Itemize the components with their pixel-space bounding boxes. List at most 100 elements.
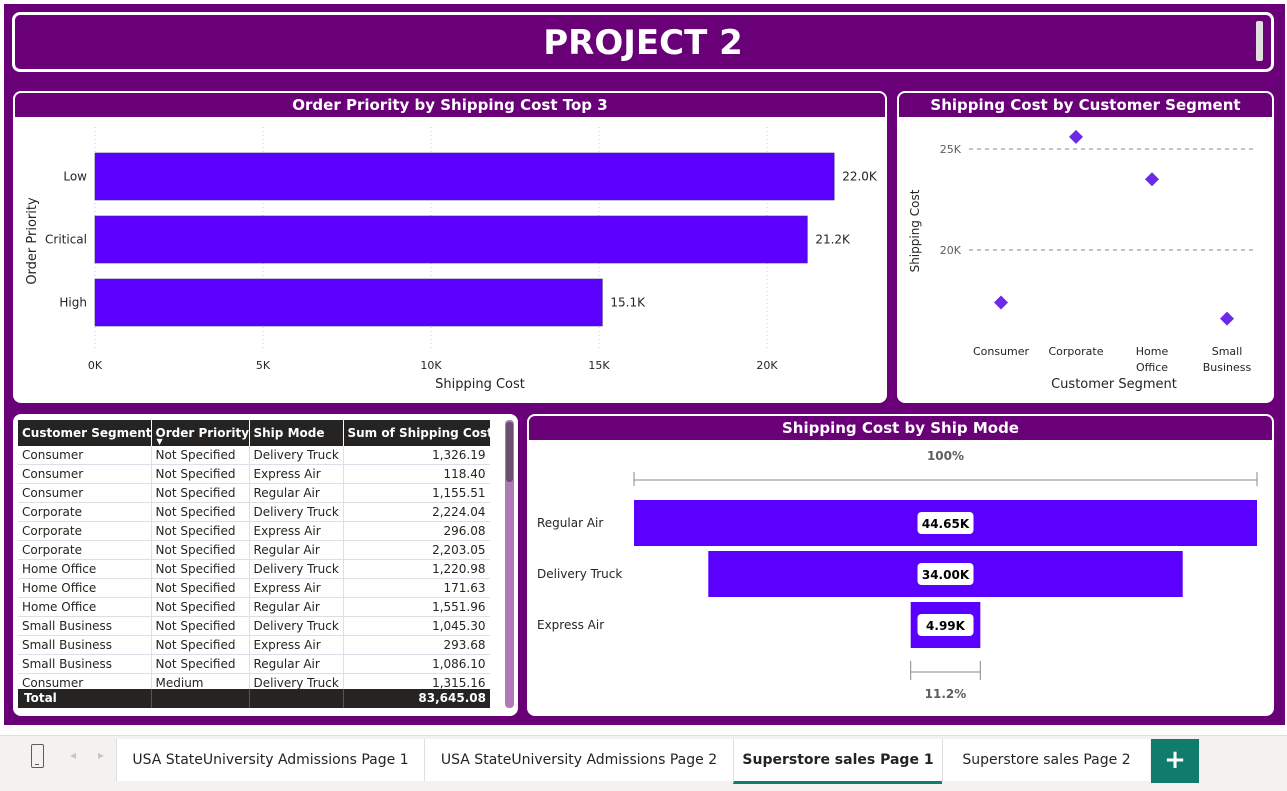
ship-mode-plot: 100% Regular Air 44.65K Delivery Truck 34.00… [537, 449, 1258, 701]
cell-ship-mode: Delivery Truck [249, 446, 344, 465]
tab-usa-admissions-1[interactable]: USA StateUniversity Admissions Page 1 [116, 739, 424, 781]
x-tick-label: Business [1203, 361, 1252, 374]
tab-usa-admissions-2[interactable]: USA StateUniversity Admissions Page 2 [424, 739, 733, 781]
cell-shipping-cost: 296.08 [343, 521, 490, 541]
point-corporate [1069, 129, 1083, 144]
total-divider [249, 689, 250, 708]
cell-shipping-cost: 2,203.05 [343, 540, 490, 560]
data-label: 21.2K [815, 233, 851, 247]
table-row[interactable]: Consumer Not Specified Regular Air 1,155.51 [18, 483, 490, 503]
data-label: 44.65K [922, 517, 970, 531]
bar-critical [94, 215, 808, 264]
cell-shipping-cost: 293.68 [343, 635, 490, 655]
header-sum-shipping-cost[interactable]: Sum of Shipping Cost [343, 420, 490, 446]
order-priority-chart[interactable]: Order Priority by Shipping Cost Top 3 0K… [13, 91, 887, 403]
cell-customer-segment: Consumer [18, 483, 152, 503]
table-row[interactable]: Home Office Not Specified Regular Air 1,551… [18, 597, 490, 617]
cell-order-priority: Not Specified [151, 521, 250, 541]
cell-ship-mode: Express Air [249, 578, 344, 598]
sort-desc-icon: ▼ [156, 437, 163, 446]
total-divider [343, 689, 344, 708]
cell-customer-segment: Consumer [18, 464, 152, 484]
cell-shipping-cost: 118.40 [343, 464, 490, 484]
data-label: 15.1K [610, 296, 646, 310]
funnel-top-percent: 100% [927, 449, 964, 463]
point-consumer [994, 295, 1008, 310]
cell-order-priority: Not Specified [151, 540, 250, 560]
page-title: PROJECT 2 [543, 23, 743, 63]
cell-shipping-cost: 1,155.51 [343, 483, 490, 503]
cell-customer-segment: Home Office [18, 597, 152, 617]
x-tick-label: Corporate [1049, 345, 1104, 358]
point-small-business [1220, 311, 1234, 326]
cell-shipping-cost: 1,045.30 [343, 616, 490, 636]
segment-chart[interactable]: Shipping Cost by Customer Segment 25K 20K… [897, 91, 1274, 403]
title-banner: PROJECT 2 [12, 12, 1274, 72]
x-axis-title: Shipping Cost [435, 377, 525, 392]
cell-shipping-cost: 2,224.04 [343, 502, 490, 522]
table-row[interactable]: Home Office Not Specified Express Air 171.6… [18, 578, 490, 598]
cell-ship-mode: Express Air [249, 464, 344, 484]
table-row[interactable]: Consumer Not Specified Delivery Truck 1,326… [18, 446, 490, 465]
header-ship-mode[interactable]: Ship Mode [249, 420, 344, 446]
cell-order-priority: Not Specified [151, 597, 250, 617]
cell-shipping-cost: 1,220.98 [343, 559, 490, 579]
cell-ship-mode: Regular Air [249, 483, 344, 503]
cell-customer-segment: Corporate [18, 502, 152, 522]
x-tick-label: 0K [88, 359, 103, 372]
table-scrollbar-thumb[interactable] [506, 422, 513, 482]
tab-superstore-2[interactable]: Superstore sales Page 2 [942, 739, 1150, 781]
funnel-bottom-percent: 11.2% [925, 687, 967, 701]
cell-order-priority: Not Specified [151, 502, 250, 522]
x-tick-label: 20K [756, 359, 778, 372]
order-priority-plot: 0K 5K 10K 15K 20K Low 22.0K Critical 21.2K High 15… [25, 127, 878, 392]
tab-superstore-1[interactable]: Superstore sales Page 1 [733, 739, 942, 784]
table-row[interactable]: Corporate Not Specified Express Air 296.08 [18, 521, 490, 541]
cell-ship-mode: Express Air [249, 635, 344, 655]
cell-ship-mode: Regular Air [249, 597, 344, 617]
table-row[interactable]: Small Business Not Specified Regular Air 1,… [18, 654, 490, 674]
header-customer-segment[interactable]: Customer Segment [18, 420, 152, 446]
cell-order-priority: Not Specified [151, 559, 250, 579]
ship-mode-chart[interactable]: Shipping Cost by Ship Mode 100% Regular A… [527, 414, 1274, 716]
cell-ship-mode: Delivery Truck [249, 616, 344, 636]
table-row[interactable]: Corporate Not Specified Delivery Truck 2,22… [18, 502, 490, 522]
cell-customer-segment: Corporate [18, 521, 152, 541]
x-axis-title: Customer Segment [1051, 377, 1177, 392]
cell-order-priority: Not Specified [151, 483, 250, 503]
mobile-layout-icon[interactable] [31, 744, 44, 768]
cell-ship-mode: Regular Air [249, 540, 344, 560]
total-divider [151, 689, 152, 708]
bar-low [94, 152, 835, 201]
bar-high [94, 278, 603, 327]
table-row[interactable]: Consumer Not Specified Express Air 118.40 [18, 464, 490, 484]
cell-ship-mode: Delivery Truck [249, 559, 344, 579]
chevron-right-icon[interactable]: ▸ [98, 748, 104, 762]
cell-customer-segment: Home Office [18, 578, 152, 598]
funnel-category-label: Express Air [537, 618, 604, 632]
table-scrollbar[interactable] [505, 420, 514, 708]
table-row[interactable]: Corporate Not Specified Regular Air 2,203.0… [18, 540, 490, 560]
x-tick-label: 10K [420, 359, 442, 372]
y-tick-label: 20K [940, 244, 962, 257]
chevron-left-icon[interactable]: ◂ [70, 748, 76, 762]
add-page-button[interactable]: + [1151, 739, 1199, 783]
shipping-table[interactable]: Customer Segment Order Priority ▼ Ship Mo… [18, 420, 490, 708]
cell-ship-mode: Regular Air [249, 654, 344, 674]
x-tick-label: Consumer [973, 345, 1030, 358]
table-row[interactable]: Home Office Not Specified Delivery Truck 1,… [18, 559, 490, 579]
header-order-priority-label: Order Priority [155, 426, 249, 440]
table-header-row: Customer Segment Order Priority ▼ Ship Mo… [18, 420, 490, 446]
title-scrollbar[interactable] [1256, 21, 1263, 61]
total-label: Total [24, 691, 57, 705]
table-row[interactable]: Small Business Not Specified Delivery Truc… [18, 616, 490, 636]
x-tick-label: Small [1212, 345, 1243, 358]
funnel-category-label: Delivery Truck [537, 567, 622, 581]
cell-customer-segment: Small Business [18, 635, 152, 655]
table-row[interactable]: Small Business Not Specified Express Air 29… [18, 635, 490, 655]
cell-order-priority: Not Specified [151, 578, 250, 598]
cell-order-priority: Not Specified [151, 635, 250, 655]
cell-shipping-cost: 1,326.19 [343, 446, 490, 465]
header-order-priority[interactable]: Order Priority ▼ [151, 420, 250, 446]
y-axis-title: Shipping Cost [908, 189, 922, 272]
